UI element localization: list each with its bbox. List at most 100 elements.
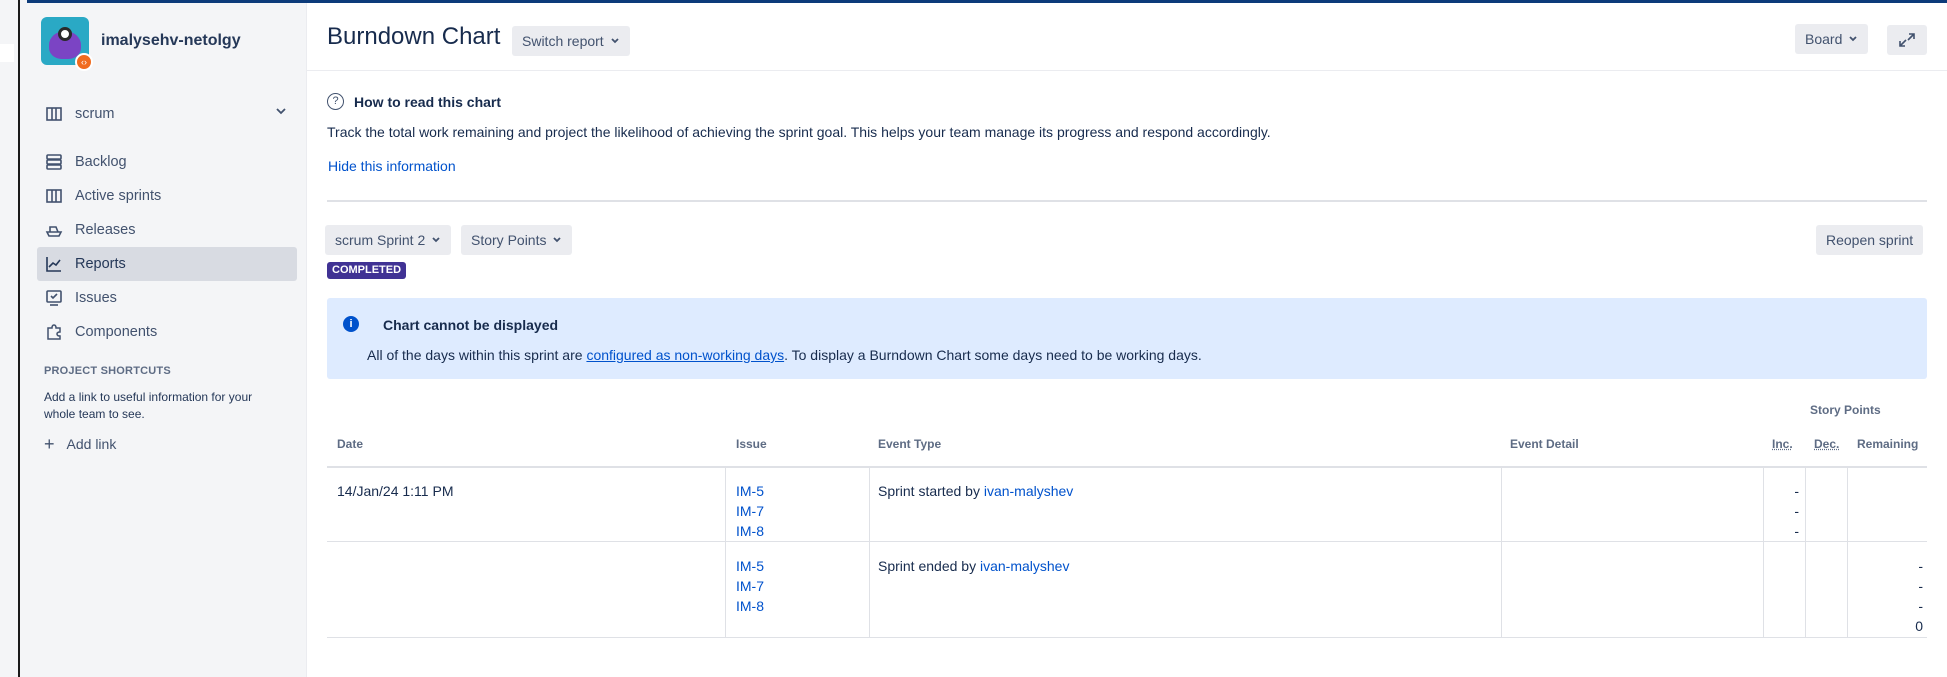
sidebar-item-label: Active sprints bbox=[75, 188, 162, 204]
avatar-eye bbox=[58, 27, 72, 41]
switch-report-label: Switch report bbox=[522, 33, 604, 49]
line-chart-icon bbox=[46, 257, 61, 272]
column-header-inc: Inc. bbox=[1772, 437, 1793, 451]
sidebar-item-backlog[interactable]: Backlog bbox=[37, 145, 297, 179]
row1-inc-values: - - - bbox=[1763, 481, 1799, 541]
page-header: Burndown Chart Switch report Board bbox=[307, 3, 1947, 71]
sidebar-item-issues[interactable]: Issues bbox=[37, 281, 297, 315]
message-text-before: All of the days within this sprint are bbox=[367, 347, 587, 363]
project-shortcuts-description: Add a link to useful information for you… bbox=[44, 390, 253, 421]
puzzle-icon bbox=[47, 324, 61, 340]
user-link[interactable]: ivan-malyshev bbox=[984, 483, 1073, 499]
page-title: Burndown Chart bbox=[327, 23, 501, 50]
user-link[interactable]: ivan-malyshev bbox=[980, 558, 1069, 574]
event-text: Sprint ended by bbox=[878, 558, 980, 574]
add-link-label: Add link bbox=[66, 436, 117, 452]
code-badge-icon: ‹› bbox=[75, 53, 93, 71]
row1-date: 14/Jan/24 1:11 PM bbox=[337, 483, 454, 499]
sidebar-item-reports[interactable]: Reports bbox=[37, 247, 297, 281]
reopen-sprint-label: Reopen sprint bbox=[1826, 232, 1914, 248]
reopen-sprint-button[interactable]: Reopen sprint bbox=[1816, 225, 1924, 255]
issue-link[interactable]: IM-8 bbox=[736, 596, 764, 616]
how-to-read-description: Track the total work remaining and proje… bbox=[327, 124, 1271, 140]
table-row-divider bbox=[327, 637, 1927, 638]
sidebar-item-label: Issues bbox=[75, 290, 117, 306]
issue-link[interactable]: IM-5 bbox=[736, 556, 764, 576]
sidebar-item-label: Components bbox=[75, 324, 158, 340]
chevron-down-icon bbox=[611, 38, 619, 44]
issue-link[interactable]: IM-8 bbox=[736, 521, 764, 541]
column-header-remaining: Remaining bbox=[1857, 437, 1919, 451]
remaining-value: - bbox=[1918, 558, 1923, 574]
ship-icon bbox=[45, 226, 63, 237]
story-points-group-header: Story Points bbox=[1810, 403, 1881, 417]
board-selector-label: scrum bbox=[75, 106, 115, 122]
estimation-selector[interactable]: Story Points bbox=[461, 225, 573, 255]
issues-icon bbox=[46, 290, 62, 306]
row1-issues: IM-5 IM-7 IM-8 bbox=[736, 481, 764, 541]
row2-remaining-values: - - - 0 bbox=[1847, 556, 1923, 636]
sidebar-item-releases[interactable]: Releases bbox=[37, 213, 297, 247]
column-header-issue: Issue bbox=[736, 437, 767, 451]
switch-report-button[interactable]: Switch report bbox=[512, 26, 630, 56]
background-window-tab bbox=[0, 44, 14, 62]
column-divider bbox=[1805, 468, 1806, 638]
non-working-days-link[interactable]: configured as non-working days bbox=[586, 347, 784, 363]
chevron-down-icon bbox=[276, 108, 286, 115]
window-edge bbox=[18, 0, 20, 677]
remaining-value: - bbox=[1918, 578, 1923, 594]
project-sidebar: ‹› imalysehv-netolgy scrum Backlog Activ… bbox=[27, 3, 307, 677]
sidebar-item-label: Reports bbox=[75, 256, 126, 272]
hide-information-link[interactable]: Hide this information bbox=[328, 158, 456, 174]
table-row-divider bbox=[327, 541, 1927, 542]
project-shortcuts-heading: PROJECT SHORTCUTS bbox=[44, 365, 171, 377]
background-window-strip bbox=[0, 0, 27, 677]
column-header-event-type: Event Type bbox=[878, 437, 942, 451]
row2-issues: IM-5 IM-7 IM-8 bbox=[736, 556, 764, 616]
section-divider bbox=[327, 200, 1927, 202]
project-header[interactable]: ‹› imalysehv-netolgy bbox=[41, 17, 241, 71]
backlog-icon bbox=[46, 154, 62, 170]
inc-value: - bbox=[1794, 523, 1799, 539]
sprint-selector-label: scrum Sprint 2 bbox=[335, 232, 426, 248]
chevron-down-icon bbox=[1849, 36, 1857, 42]
message-body: All of the days within this sprint are c… bbox=[367, 347, 1202, 363]
event-text: Sprint started by bbox=[878, 483, 984, 499]
board-menu-button[interactable]: Board bbox=[1795, 24, 1869, 54]
table-header-divider bbox=[327, 466, 1927, 468]
inc-value: - bbox=[1794, 483, 1799, 499]
column-header-event-detail: Event Detail bbox=[1510, 437, 1579, 451]
project-avatar: ‹› bbox=[41, 17, 93, 71]
message-title: Chart cannot be displayed bbox=[383, 317, 559, 333]
chevron-down-icon bbox=[432, 237, 440, 243]
board-icon bbox=[46, 107, 62, 121]
sidebar-item-active-sprints[interactable]: Active sprints bbox=[37, 179, 297, 213]
sidebar-item-components[interactable]: Components bbox=[37, 315, 297, 349]
sprint-selector[interactable]: scrum Sprint 2 bbox=[325, 225, 452, 255]
issue-link[interactable]: IM-7 bbox=[736, 576, 764, 596]
fullscreen-button[interactable] bbox=[1887, 25, 1927, 55]
info-message: i Chart cannot be displayed All of the d… bbox=[327, 298, 1927, 379]
column-divider bbox=[869, 468, 870, 638]
column-header-dec: Dec. bbox=[1814, 437, 1840, 451]
chevron-down-icon bbox=[553, 237, 562, 243]
remaining-value: - bbox=[1918, 598, 1923, 614]
estimation-selector-label: Story Points bbox=[471, 232, 547, 248]
issue-link[interactable]: IM-5 bbox=[736, 481, 764, 501]
columns-icon bbox=[46, 189, 62, 203]
how-to-read-title: How to read this chart bbox=[354, 93, 502, 110]
row1-event-type: Sprint started by ivan-malyshev bbox=[878, 481, 1073, 501]
main-content: Burndown Chart Switch report Board ? How… bbox=[307, 3, 1947, 677]
inc-value: - bbox=[1794, 503, 1799, 519]
issue-link[interactable]: IM-7 bbox=[736, 501, 764, 521]
background-window-pane bbox=[0, 120, 18, 677]
column-divider bbox=[1501, 468, 1502, 638]
board-menu-label: Board bbox=[1805, 31, 1843, 47]
status-badge: COMPLETED bbox=[327, 262, 407, 279]
add-link-button[interactable]: + Add link bbox=[44, 435, 116, 453]
question-circle-icon: ? bbox=[327, 93, 344, 110]
message-text-after: . To display a Burndown Chart some days … bbox=[784, 347, 1202, 363]
board-selector[interactable]: scrum bbox=[37, 97, 297, 131]
how-to-read-heading: ? How to read this chart bbox=[327, 93, 501, 110]
sidebar-item-label: Backlog bbox=[75, 154, 127, 170]
